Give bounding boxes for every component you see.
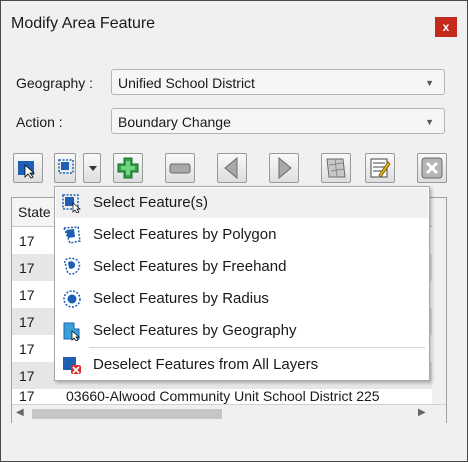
table-row[interactable]: 17 03660-Alwood Community Unit School Di… bbox=[12, 386, 432, 404]
select-radius-icon bbox=[63, 290, 81, 308]
menu-item-select-by-radius[interactable]: Select Features by Radius bbox=[56, 284, 428, 314]
name-cell: 03660-Alwood Community Unit School Distr… bbox=[66, 388, 380, 404]
scrollbar-thumb[interactable] bbox=[32, 409, 222, 419]
select-tool-button[interactable] bbox=[13, 153, 43, 183]
action-label: Action : bbox=[16, 114, 63, 130]
add-icon bbox=[117, 157, 139, 179]
geography-value: Unified School District bbox=[118, 75, 255, 91]
menu-item-label: Select Features by Polygon bbox=[93, 226, 277, 243]
next-button[interactable] bbox=[269, 153, 299, 183]
select-tool-icon bbox=[18, 161, 36, 179]
map-button[interactable] bbox=[321, 153, 351, 183]
state-cell: 17 bbox=[19, 368, 35, 384]
select-polygon-icon bbox=[62, 226, 81, 244]
state-cell: 17 bbox=[19, 341, 35, 357]
select-features-button[interactable] bbox=[54, 153, 76, 183]
previous-button[interactable] bbox=[217, 153, 247, 183]
geography-select[interactable]: Unified School District ▼ bbox=[111, 69, 445, 95]
select-geography-icon bbox=[63, 322, 80, 341]
select-freehand-icon bbox=[63, 257, 81, 275]
menu-separator bbox=[89, 347, 425, 348]
menu-item-label: Select Features by Radius bbox=[93, 290, 269, 307]
scroll-left-icon[interactable]: ◀ bbox=[16, 407, 24, 418]
cancel-button[interactable] bbox=[417, 153, 447, 183]
menu-item-label: Select Features by Geography bbox=[93, 322, 297, 339]
menu-item-label: Select Features by Freehand bbox=[93, 258, 287, 275]
select-feature-icon bbox=[62, 194, 81, 213]
menu-item-label: Deselect Features from All Layers bbox=[93, 356, 319, 373]
chevron-down-icon: ▼ bbox=[425, 117, 434, 127]
edit-table-icon bbox=[370, 158, 391, 178]
state-cell: 17 bbox=[19, 287, 35, 303]
map-icon bbox=[326, 158, 346, 178]
remove-icon bbox=[169, 163, 191, 174]
action-value: Boundary Change bbox=[118, 114, 231, 130]
close-button[interactable]: x bbox=[435, 17, 457, 37]
deselect-icon bbox=[63, 357, 81, 374]
state-cell: 17 bbox=[19, 388, 35, 404]
state-cell: 17 bbox=[19, 260, 35, 276]
scroll-right-icon[interactable]: ▶ bbox=[418, 407, 426, 418]
geography-label: Geography : bbox=[16, 75, 94, 91]
select-dropdown-button[interactable] bbox=[83, 153, 101, 183]
horizontal-scrollbar[interactable]: ◀ ▶ bbox=[12, 404, 446, 423]
cancel-icon bbox=[421, 157, 443, 179]
window-title: Modify Area Feature bbox=[11, 15, 156, 32]
next-icon bbox=[278, 157, 292, 179]
edit-table-button[interactable] bbox=[365, 153, 395, 183]
remove-button[interactable] bbox=[165, 153, 195, 183]
menu-item-deselect-all[interactable]: Deselect Features from All Layers bbox=[56, 350, 428, 380]
state-cell: 17 bbox=[19, 314, 35, 330]
title-bar: Modify Area Feature x bbox=[1, 1, 467, 49]
add-button[interactable] bbox=[113, 153, 143, 183]
select-tools-menu: Select Feature(s) Select Features by Pol… bbox=[54, 186, 430, 381]
menu-item-select-by-freehand[interactable]: Select Features by Freehand bbox=[56, 252, 428, 282]
dialog-window: Modify Area Feature x Geography : Unifie… bbox=[0, 0, 468, 462]
chevron-down-icon bbox=[89, 166, 97, 171]
menu-item-select-features[interactable]: Select Feature(s) bbox=[56, 188, 428, 218]
state-cell: 17 bbox=[19, 233, 35, 249]
menu-item-select-by-geography[interactable]: Select Features by Geography bbox=[56, 316, 428, 346]
select-feature-icon bbox=[58, 159, 74, 174]
menu-item-label: Select Feature(s) bbox=[93, 194, 209, 211]
previous-icon bbox=[224, 157, 238, 179]
column-header-state[interactable]: State bbox=[18, 204, 51, 220]
chevron-down-icon: ▼ bbox=[425, 78, 434, 88]
action-select[interactable]: Boundary Change ▼ bbox=[111, 108, 445, 134]
menu-item-select-by-polygon[interactable]: Select Features by Polygon bbox=[56, 220, 428, 250]
vertical-scrollbar[interactable] bbox=[432, 198, 446, 404]
